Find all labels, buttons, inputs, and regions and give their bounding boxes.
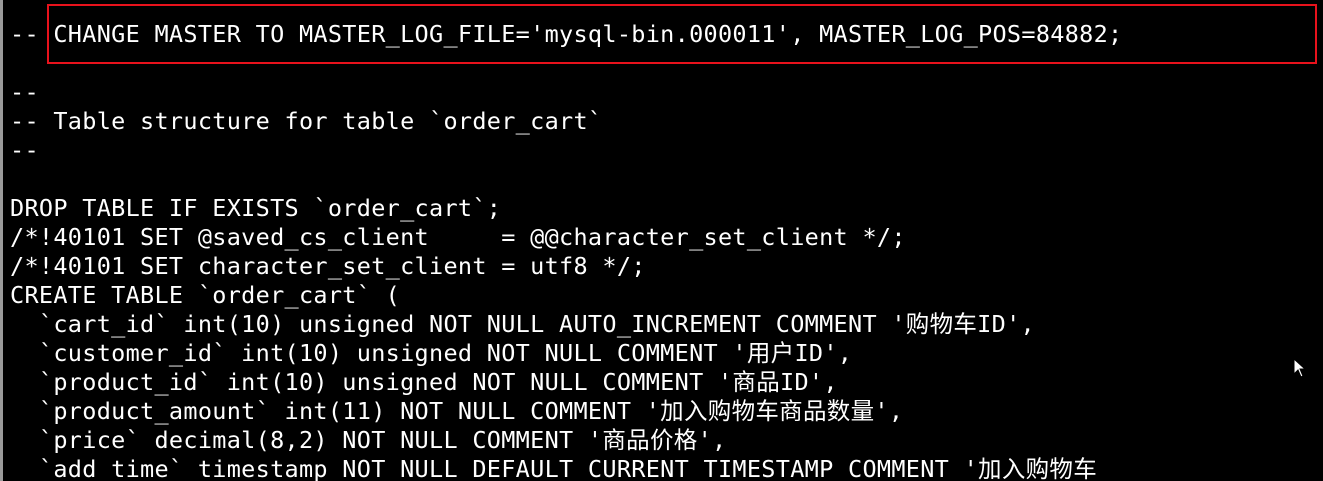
terminal-line-comment-close: -- xyxy=(10,136,39,164)
terminal-line-set-charset: /*!40101 SET character_set_client = utf8… xyxy=(10,252,646,280)
terminal-line-product-id: `product_id` int(10) unsigned NOT NULL C… xyxy=(10,368,838,396)
terminal-line-price: `price` decimal(8,2) NOT NULL COMMENT '商… xyxy=(10,426,727,454)
terminal-line-comment-open: -- xyxy=(10,78,39,106)
terminal-line-create-table: CREATE TABLE `order_cart` ( xyxy=(10,281,401,309)
terminal-line-add-time: `add_time` timestamp NOT NULL DEFAULT CU… xyxy=(10,455,1098,481)
terminal-line-table-structure: -- Table structure for table `order_cart… xyxy=(10,107,603,135)
terminal-line-cart-id: `cart_id` int(10) unsigned NOT NULL AUTO… xyxy=(10,310,1035,338)
terminal-window: -- CHANGE MASTER TO MASTER_LOG_FILE='mys… xyxy=(0,0,1323,481)
terminal-line-drop-table: DROP TABLE IF EXISTS `order_cart`; xyxy=(10,194,502,222)
terminal-line-saved-cs-client: /*!40101 SET @saved_cs_client = @@charac… xyxy=(10,223,906,251)
terminal-line-product-amount: `product_amount` int(11) NOT NULL COMMEN… xyxy=(10,397,904,425)
mouse-pointer-icon xyxy=(1293,358,1307,378)
highlight-box xyxy=(47,4,1317,64)
terminal-line-customer-id: `customer_id` int(10) unsigned NOT NULL … xyxy=(10,339,853,367)
window-left-border xyxy=(0,0,3,481)
